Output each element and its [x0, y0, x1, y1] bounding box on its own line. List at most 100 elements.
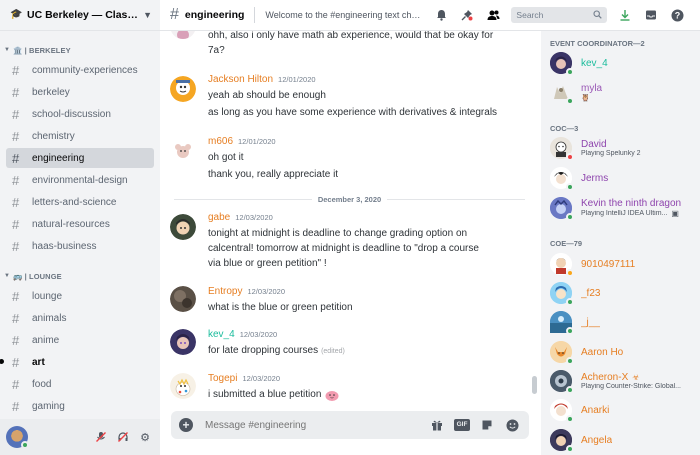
message-list[interactable]: ohh, also i only have math ab experience… [160, 31, 539, 406]
bell-icon[interactable] [433, 7, 449, 23]
emoji-icon[interactable] [503, 416, 521, 434]
avatar[interactable] [170, 286, 196, 312]
message: kev_4 12/03/2020 for late dropping course… [170, 329, 533, 359]
member-item[interactable]: Jerms [550, 165, 696, 191]
channel-gaming[interactable]: # gaming [6, 396, 154, 416]
message-timestamp: 12/03/2020 [247, 287, 286, 296]
channel-label: chemistry [32, 130, 75, 142]
status-dnd-icon [566, 153, 574, 161]
avatar [550, 370, 574, 394]
inbox-icon[interactable] [643, 7, 659, 23]
members-icon[interactable] [485, 7, 501, 23]
channel-food[interactable]: # food [6, 374, 154, 394]
avatar[interactable] [170, 76, 196, 102]
date-divider: December 3, 2020 [174, 193, 526, 205]
message-author[interactable]: Togepi [208, 373, 237, 384]
hash-icon: # [12, 238, 20, 254]
member-item[interactable]: Aaron Ho [550, 339, 696, 365]
member-item[interactable]: Acheron-X ☣ Playing Counter-Strike: Globa… [550, 368, 696, 394]
channel-chemistry[interactable]: # chemistry [6, 126, 154, 146]
channel-topic[interactable]: Welcome to the #engineering text cha... [265, 10, 423, 20]
plus-icon[interactable]: + [179, 418, 193, 432]
search-input[interactable]: Search [511, 7, 608, 23]
channel-label: anime [32, 334, 60, 346]
member-name: myla [581, 82, 603, 94]
sticker-icon[interactable] [478, 416, 496, 434]
channel-letters-and-science[interactable]: # letters-and-science [6, 192, 154, 212]
message-timestamp: 12/03/2020 [235, 213, 273, 222]
channel-lounge[interactable]: # lounge [6, 286, 154, 306]
member-item[interactable]: Angela [550, 427, 696, 453]
channel-berkeley[interactable]: # berkeley [6, 82, 154, 102]
category-lounge[interactable]: ▼ 🚌 | LOUNGE [4, 269, 160, 283]
avatar[interactable] [170, 138, 196, 164]
category-berkeley[interactable]: ▼ 🏛️ | BERKELEY [4, 43, 160, 57]
message-author[interactable]: gabe [208, 212, 230, 223]
unread-indicator [0, 359, 4, 364]
message-text: ohh, also i only have math ab experience… [208, 31, 494, 41]
member-item[interactable]: 9010497111 [550, 251, 696, 277]
avatar[interactable] [170, 214, 196, 240]
pin-icon[interactable] [459, 7, 475, 23]
hash-icon: # [12, 62, 20, 78]
hash-icon: # [12, 216, 20, 232]
message-input[interactable] [205, 419, 421, 431]
member-item[interactable]: Kevin the ninth dragon Playing IntelliJ … [550, 195, 696, 221]
download-icon[interactable] [617, 7, 633, 23]
member-item[interactable]: myla 🦉 [550, 79, 696, 105]
message-text: what is the blue or green petition [208, 302, 353, 313]
channel-label: engineering [32, 152, 85, 164]
message-author[interactable]: Jackson Hilton [208, 74, 273, 85]
chat-scrollbar[interactable] [532, 376, 537, 394]
settings-icon[interactable]: ⚙ [136, 428, 154, 446]
member-item[interactable]: _f23 [550, 280, 696, 306]
channel-community-experiences[interactable]: # community-experiences [6, 60, 154, 80]
channel-natural-resources[interactable]: # natural-resources [6, 214, 154, 234]
channel-engineering[interactable]: # engineering [6, 148, 154, 168]
channel-haas-business[interactable]: # haas-business [6, 236, 154, 256]
avatar[interactable] [170, 329, 196, 355]
channel-school-discussion[interactable]: # school-discussion [6, 104, 154, 124]
status-online-icon [566, 183, 574, 191]
chevron-down-icon[interactable]: ▼ [143, 10, 152, 20]
member-group-header: EVENT COORDINATOR—2 [550, 39, 645, 48]
member-name: Jerms [581, 172, 609, 184]
channel-art[interactable]: # art [0, 352, 154, 372]
member-group-header: COC—3 [550, 124, 579, 133]
category-caret-icon: ▼ [4, 273, 11, 279]
member-item[interactable]: kev_4 [550, 50, 696, 76]
category-caret-icon: ▼ [4, 47, 11, 53]
member-activity: Playing Counter-Strike: Global... [581, 383, 681, 390]
avatar [550, 197, 574, 221]
message-author[interactable]: kev_4 [208, 329, 235, 340]
deafen-icon[interactable] [114, 428, 132, 446]
hash-icon: # [12, 354, 20, 370]
message-author[interactable]: m606 [208, 136, 233, 147]
gift-icon[interactable] [428, 416, 446, 434]
channel-animals[interactable]: # animals [6, 308, 154, 328]
member-list: EVENT COORDINATOR—2 kev_4 myla 🦉 COC—3 D… [541, 31, 700, 455]
avatar [550, 282, 574, 306]
message-text: tonight at midnight is deadline to chang… [208, 228, 468, 239]
help-icon[interactable]: ? [669, 7, 685, 23]
member-name: kev_4 [581, 57, 608, 69]
hash-icon: # [12, 398, 20, 414]
server-header[interactable]: 🎓 UC Berkeley — Class o... ▼ [0, 0, 160, 31]
member-item[interactable]: _j__ [550, 309, 696, 335]
user-avatar[interactable] [6, 426, 29, 449]
avatar[interactable] [170, 31, 196, 39]
gif-icon[interactable]: GIF [453, 416, 471, 434]
channel-environmental-design[interactable]: # environmental-design [6, 170, 154, 190]
message-author[interactable]: Entropy [208, 286, 242, 297]
message-text: yeah ab should be enough [208, 90, 326, 101]
mute-icon[interactable] [92, 428, 110, 446]
avatar[interactable] [170, 373, 196, 399]
member-activity: Playing IntelliJ IDEA Ultim... [581, 210, 668, 217]
message: Jackson Hilton 12/01/2020 yeah ab should … [170, 74, 533, 120]
member-item[interactable]: Anarki [550, 397, 696, 423]
date-divider-label: December 3, 2020 [317, 194, 382, 204]
member-item[interactable]: David Playing Spelunky 2 [550, 135, 696, 161]
member-group-header: COE—79 [550, 239, 583, 248]
channel-anime[interactable]: # anime [6, 330, 154, 350]
member-name: Aaron Ho [581, 346, 624, 358]
